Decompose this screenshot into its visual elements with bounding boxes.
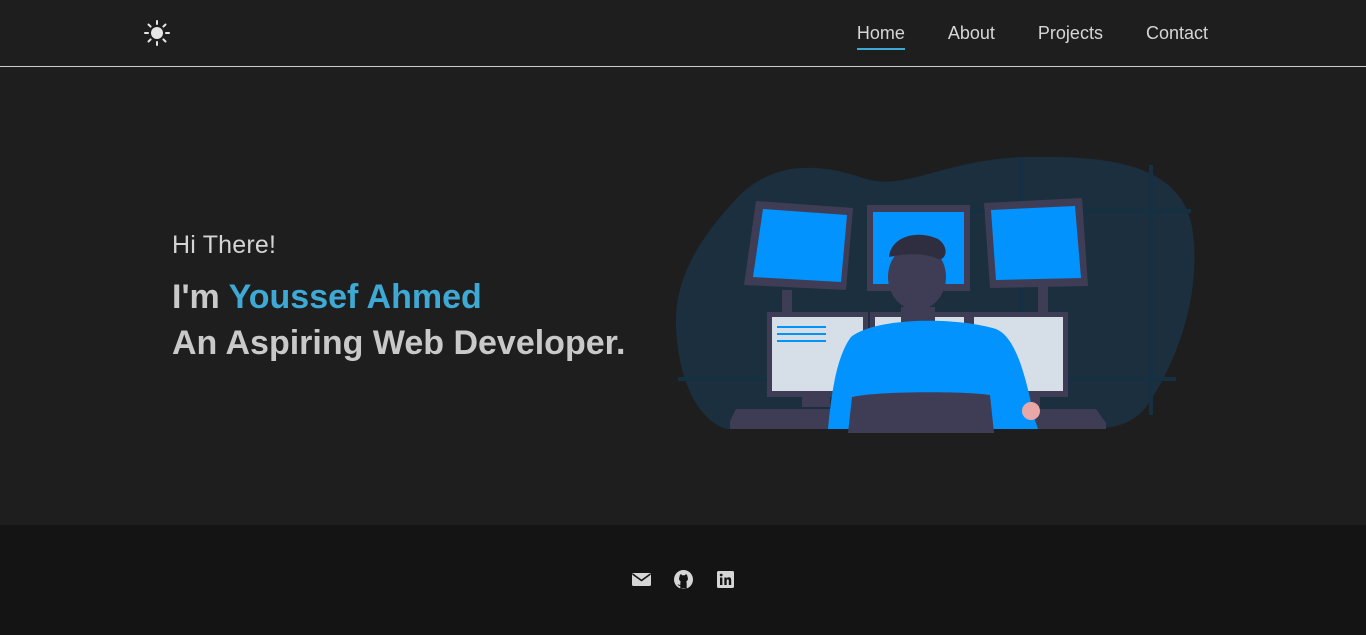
hero-section: Hi There! I'm Youssef Ahmed An Aspiring …: [0, 67, 1366, 525]
nav-link-about[interactable]: About: [948, 17, 995, 49]
intro-prefix: I'm: [172, 278, 229, 316]
github-icon[interactable]: [673, 569, 694, 590]
headline: I'm Youssef Ahmed An Aspiring Web Develo…: [172, 274, 625, 366]
navbar: Home About Projects Contact: [0, 0, 1366, 67]
footer: [0, 525, 1366, 635]
nav-link-home[interactable]: Home: [857, 17, 905, 49]
nav-links: Home About Projects Contact: [857, 0, 1208, 66]
developer-name: Youssef Ahmed: [228, 278, 482, 316]
developer-at-monitors-illustration: [675, 156, 1196, 433]
hero-text: Hi There! I'm Youssef Ahmed An Aspiring …: [172, 231, 625, 366]
greeting: Hi There!: [172, 231, 277, 259]
social-links: [0, 569, 1366, 590]
linkedin-icon[interactable]: [715, 569, 736, 590]
tagline: An Aspiring Web Developer.: [172, 324, 626, 362]
nav-link-projects[interactable]: Projects: [1038, 17, 1103, 49]
nav-link-contact[interactable]: Contact: [1146, 17, 1208, 49]
envelope-icon[interactable]: [631, 569, 652, 590]
sun-icon[interactable]: [143, 19, 171, 47]
